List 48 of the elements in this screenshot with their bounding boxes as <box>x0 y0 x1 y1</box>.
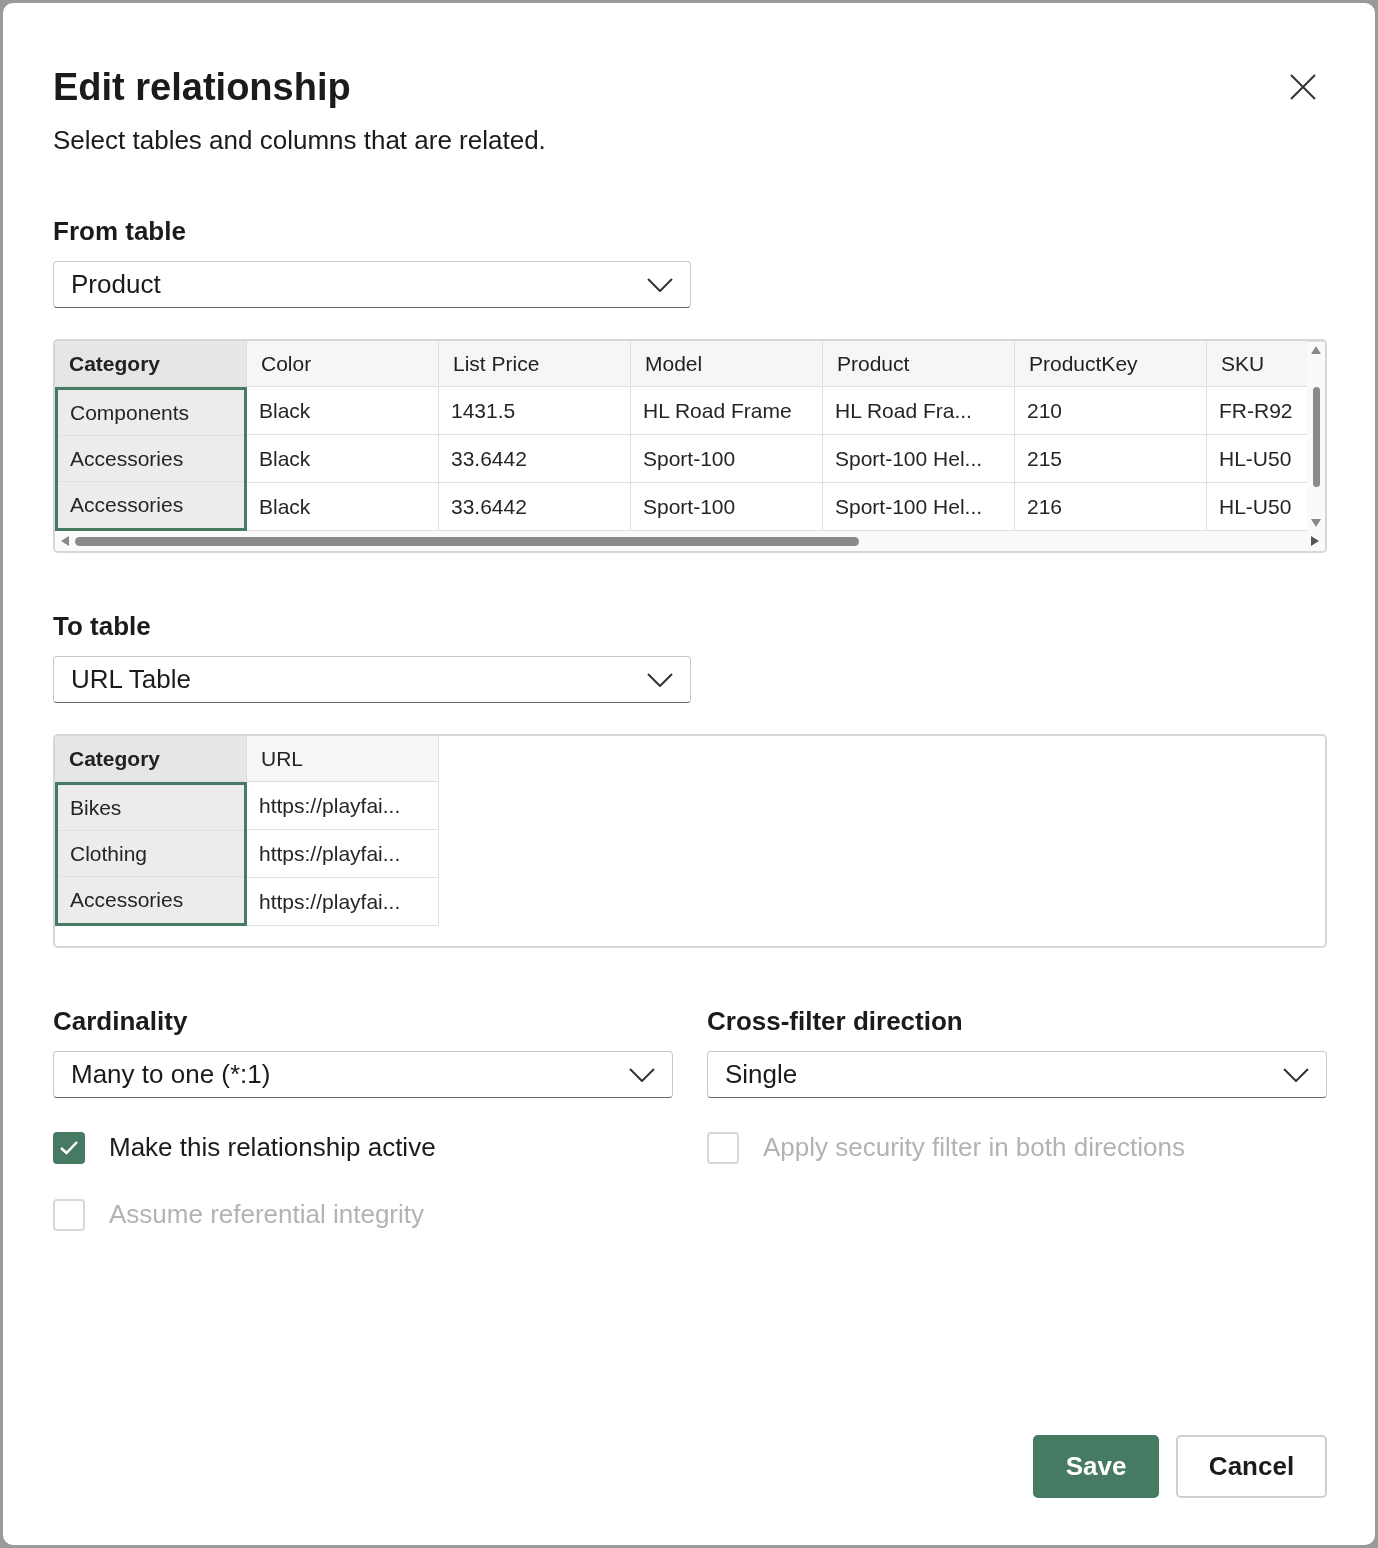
section-label: From table <box>53 215 187 248</box>
column-header[interactable]: ProductKey <box>1015 341 1207 387</box>
checkbox[interactable] <box>53 1131 85 1164</box>
column-header[interactable]: Product <box>823 341 1015 387</box>
section-label: Cardinality <box>53 1005 189 1038</box>
table-cell: Components <box>58 390 244 436</box>
column-header[interactable]: SKU <box>1207 341 1307 387</box>
dialog-subtitle: Select tables and columns that are related. <box>53 124 547 157</box>
table-cell: Accessories <box>58 436 244 482</box>
column-header[interactable]: URL <box>247 736 439 782</box>
chevron-down-icon <box>647 277 673 292</box>
dropdown[interactable]: Product <box>53 261 691 308</box>
scroll-up-arrow-icon[interactable] <box>1311 346 1321 354</box>
column-header[interactable]: Model <box>631 341 823 387</box>
table-cell: https://playfai... <box>247 782 439 830</box>
dropdown[interactable]: Single <box>707 1051 1327 1098</box>
checkbox-label: Apply security filter in both directions <box>763 1131 1185 1164</box>
column-header[interactable]: Color <box>247 341 439 387</box>
table-cell: https://playfai... <box>247 830 439 878</box>
table-cell-text: Accessories <box>69 492 185 519</box>
save-button[interactable]: Save <box>1033 1435 1159 1498</box>
dropdown[interactable]: URL Table <box>53 656 691 703</box>
chevron-down-icon <box>1283 1067 1309 1082</box>
checkmark-icon <box>59 1139 79 1156</box>
column-header[interactable]: List Price <box>439 341 631 387</box>
column-header[interactable]: Category <box>55 736 247 782</box>
dropdown[interactable]: Many to one (*:1) <box>53 1051 673 1098</box>
scroll-down-arrow-icon[interactable] <box>1311 519 1321 527</box>
section-label: Cross-filter direction <box>707 1005 964 1038</box>
table-cell: Clothing <box>58 831 244 877</box>
chevron-down-icon <box>629 1067 655 1082</box>
table-cell: https://playfai... <box>247 878 439 926</box>
checkbox-label: Make this relationship active <box>109 1131 436 1164</box>
scrollbar-thumb[interactable] <box>75 536 859 546</box>
horizontal-scrollbar[interactable] <box>55 531 1325 551</box>
scroll-right-arrow-icon[interactable] <box>1311 536 1319 546</box>
column-header[interactable]: Category <box>55 341 247 387</box>
dialog-title: Edit relationship <box>53 65 351 110</box>
chevron-down-icon <box>647 672 673 687</box>
vertical-scrollbar[interactable] <box>1307 341 1325 531</box>
checkbox-label: Assume referential integrity <box>109 1198 425 1231</box>
table-cell-text: Accessories <box>69 887 185 914</box>
close-icon <box>1290 74 1316 100</box>
table-cell: Bikes <box>58 785 244 831</box>
scrollbar-thumb[interactable] <box>1312 386 1320 487</box>
cancel-button[interactable]: Cancel <box>1176 1435 1327 1498</box>
section-label: To table <box>53 610 152 643</box>
scroll-left-arrow-icon[interactable] <box>61 536 69 546</box>
